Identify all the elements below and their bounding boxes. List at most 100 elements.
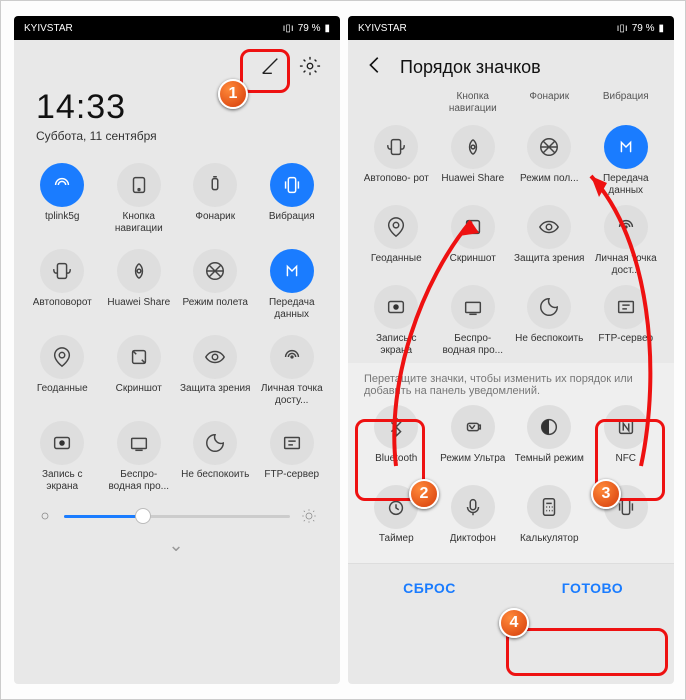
qs-tile-label: Bluetooth [375, 453, 417, 477]
page-header: Порядок значков [348, 40, 674, 89]
page-title: Порядок значков [400, 57, 541, 78]
qs-tile-icon [193, 163, 237, 207]
qs-tile[interactable]: Калькулятор [511, 483, 588, 559]
qs-tile-icon [451, 285, 495, 329]
qs-tile[interactable]: Передача данных [588, 123, 665, 199]
qs-tile-label: Кнопка навигации [437, 91, 509, 115]
qs-tile[interactable]: Защита зрения [177, 333, 254, 409]
qs-tile-label: Скриншот [450, 253, 496, 277]
qs-tile-label: Запись с экрана [26, 469, 98, 493]
done-button[interactable]: ГОТОВО [511, 564, 674, 611]
qs-tile[interactable]: Автоповорот [24, 247, 101, 323]
qs-tile-label: Личная точка дост... [590, 253, 662, 277]
qs-row: Таймер Диктофон Калькулятор [348, 483, 674, 563]
qs-tile-label: Вибрация [603, 91, 649, 115]
qs-tile-label: Геоданные [371, 253, 422, 277]
brightness-low-icon [36, 507, 54, 525]
qs-tile-icon [374, 125, 418, 169]
panel-handle[interactable]: ⌄ [14, 535, 340, 562]
qs-tile[interactable]: Беспро- водная про... [435, 283, 512, 359]
qs-tile[interactable]: FTP-сервер [588, 283, 665, 359]
qs-tile-label: NFC [615, 453, 636, 477]
qs-row: Bluetooth Режим УльтраТемный режим NFC [348, 403, 674, 483]
qs-tile-label: Беспро- водная про... [103, 469, 175, 493]
qs-tile[interactable]: Беспро- водная про... [101, 419, 178, 495]
qs-tile-label: Геоданные [37, 383, 88, 407]
qs-row: Запись с экранаБеспро- водная про...Не б… [348, 283, 674, 363]
qs-tile[interactable]: Передача данных [254, 247, 331, 323]
brightness-slider[interactable] [14, 499, 340, 535]
qs-tile[interactable]: Режим Ультра [435, 403, 512, 479]
qs-tile[interactable]: Вибрация [254, 161, 331, 237]
qs-tile-icon [527, 205, 571, 249]
qs-tile-icon [117, 335, 161, 379]
edit-icon[interactable] [258, 54, 282, 78]
qs-grid: tplink5gКнопка навигации Фонарик Вибрация А… [14, 143, 340, 499]
qs-tile[interactable]: Фонарик [177, 161, 254, 237]
qs-tile-icon [527, 405, 571, 449]
qs-tile[interactable]: Не беспокоить [177, 419, 254, 495]
qs-tile-icon [270, 335, 314, 379]
battery-label: 79 % [298, 23, 321, 34]
qs-row: Геоданные Скриншот Защита зренияЛичная точ… [348, 203, 674, 283]
qs-tile[interactable] [588, 483, 665, 559]
qs-tile-icon [117, 421, 161, 465]
qs-tile-label: Личная точка досту... [256, 383, 328, 407]
phone-icon-order: KYIVSTAR ı▯ı 79 % ▮ Порядок значков Кноп… [348, 16, 674, 684]
qs-tile-icon [270, 421, 314, 465]
qs-tile[interactable]: Геоданные [24, 333, 101, 409]
status-bar: KYIVSTAR ı▯ı 79 % ▮ [14, 16, 340, 40]
back-icon[interactable] [364, 54, 386, 81]
carrier-label: KYIVSTAR [24, 23, 73, 34]
qs-tile-label-only [358, 89, 435, 117]
qs-tile-icon [527, 485, 571, 529]
qs-tile-icon [374, 205, 418, 249]
qs-tile[interactable]: Скриншот [435, 203, 512, 279]
qs-tile[interactable]: Личная точка досту... [254, 333, 331, 409]
phone-quicksettings: KYIVSTAR ı▯ı 79 % ▮ 14:33 Суббота, 11 се… [14, 16, 340, 684]
qs-tile-icon [374, 485, 418, 529]
qs-tile[interactable]: Личная точка дост... [588, 203, 665, 279]
qs-tile-label: Не беспокоить [181, 469, 249, 493]
qs-tile-label: Скриншот [116, 383, 162, 407]
qs-tile[interactable]: Режим пол... [511, 123, 588, 199]
qs-tile-label: Автоповорот [33, 297, 92, 321]
qs-tile-label: Фонарик [195, 211, 235, 235]
qs-tile[interactable]: Запись с экрана [358, 283, 435, 359]
qs-tile[interactable]: FTP-сервер [254, 419, 331, 495]
qs-tile-icon [604, 125, 648, 169]
qs-tile[interactable]: tplink5g [24, 161, 101, 237]
qs-tile[interactable]: Bluetooth [358, 403, 435, 479]
status-right: ı▯ı 79 % ▮ [617, 23, 664, 34]
vibrate-icon: ı▯ı [617, 23, 628, 34]
qs-tile-icon [374, 405, 418, 449]
status-bar: KYIVSTAR ı▯ı 79 % ▮ [348, 16, 674, 40]
qs-tile[interactable]: Геоданные [358, 203, 435, 279]
qs-tile[interactable]: Скриншот [101, 333, 178, 409]
qs-tile[interactable]: Huawei Share [435, 123, 512, 199]
qs-tile[interactable]: Huawei Share [101, 247, 178, 323]
qs-tile[interactable]: Таймер [358, 483, 435, 559]
qs-tile-icon [193, 335, 237, 379]
qs-row: Автопово- ротHuawei ShareРежим пол...Пер… [348, 117, 674, 203]
qs-tile[interactable]: Кнопка навигации [101, 161, 178, 237]
qs-tile-icon [451, 205, 495, 249]
carrier-label: KYIVSTAR [358, 23, 407, 34]
qs-tile-label: Таймер [379, 533, 414, 557]
qs-tile[interactable]: Защита зрения [511, 203, 588, 279]
qs-tile[interactable]: Режим полета [177, 247, 254, 323]
hint-text: Перетащите значки, чтобы изменить их пор… [348, 363, 674, 403]
qs-tile[interactable]: Запись с экрана [24, 419, 101, 495]
qs-tile[interactable]: NFC [588, 403, 665, 479]
qs-tile-label: Диктофон [450, 533, 496, 557]
qs-tile-label: Вибрация [269, 211, 315, 235]
qs-tile[interactable]: Темный режим [511, 403, 588, 479]
qs-row-partial: Кнопка навигацииФонарикВибрация [348, 89, 674, 117]
gear-icon[interactable] [298, 54, 322, 78]
qs-tile[interactable]: Не беспокоить [511, 283, 588, 359]
qs-tile-icon [40, 335, 84, 379]
reset-button[interactable]: СБРОС [348, 564, 511, 611]
qs-tile[interactable]: Диктофон [435, 483, 512, 559]
brightness-track[interactable] [64, 515, 290, 518]
qs-tile[interactable]: Автопово- рот [358, 123, 435, 199]
